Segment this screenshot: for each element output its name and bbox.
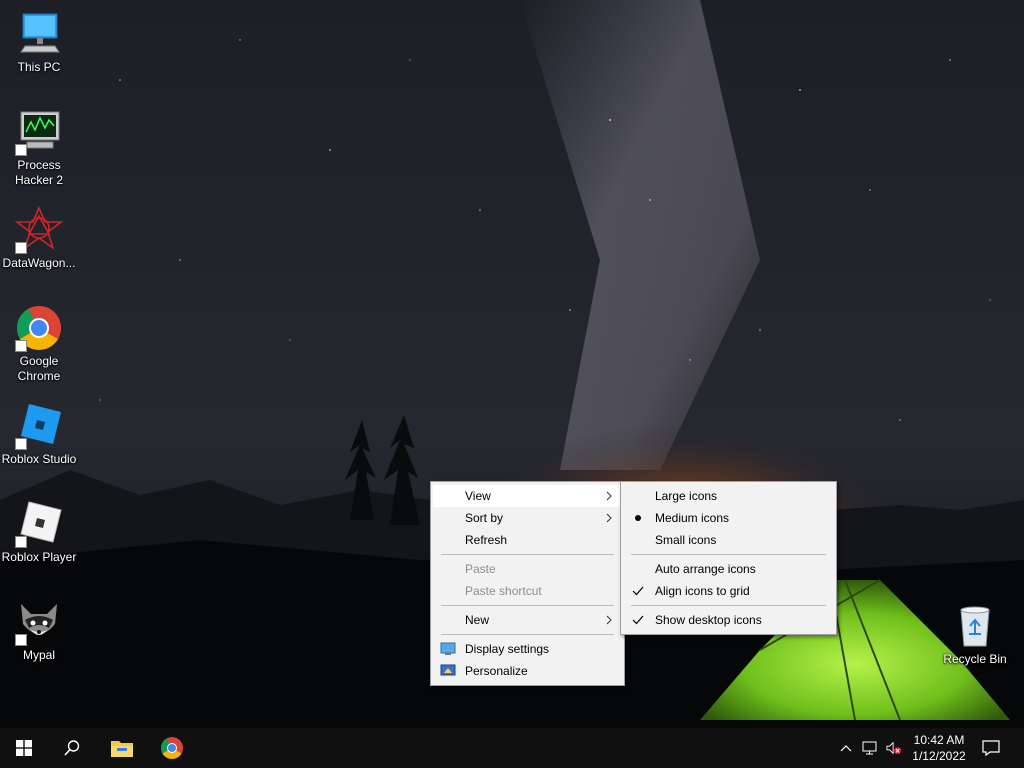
- taskbar-file-explorer[interactable]: [98, 728, 146, 768]
- volume-tray-button[interactable]: [886, 740, 902, 756]
- menu-item-label: Paste shortcut: [465, 584, 542, 598]
- desktop-icon-roblox-player[interactable]: Roblox Player: [1, 500, 77, 565]
- desktop-context-menu: View Sort by Refresh Paste Paste shortcu…: [430, 481, 625, 686]
- taskbar-clock[interactable]: 10:42 AM 1/12/2022: [906, 731, 972, 765]
- menu-separator: [631, 554, 826, 555]
- shortcut-arrow-icon: [15, 634, 27, 646]
- menu-item-paste[interactable]: Paste: [433, 558, 622, 580]
- network-tray-button[interactable]: [862, 740, 878, 756]
- start-button[interactable]: [0, 728, 48, 768]
- process-hacker-icon: [15, 108, 63, 156]
- submenu-item-large-icons[interactable]: Large icons: [623, 485, 834, 507]
- display-settings-icon: [439, 641, 457, 657]
- volume-muted-icon: [886, 741, 902, 755]
- menu-separator: [441, 634, 614, 635]
- search-icon: [64, 740, 80, 756]
- network-icon: [862, 741, 877, 755]
- chevron-right-icon: [606, 491, 612, 501]
- chrome-icon: [15, 304, 63, 352]
- menu-separator: [441, 554, 614, 555]
- desktop-icon-label: Google Chrome: [17, 354, 61, 383]
- search-button[interactable]: [48, 728, 96, 768]
- menu-item-label: Auto arrange icons: [655, 562, 756, 576]
- shortcut-arrow-icon: [15, 438, 27, 450]
- desktop-icon-label: Mypal: [22, 648, 55, 662]
- menu-item-label: Refresh: [465, 533, 508, 547]
- action-center-button[interactable]: [968, 728, 1014, 768]
- desktop-icon-process-hacker[interactable]: Process Hacker 2: [1, 108, 77, 188]
- desktop-icon-this-pc[interactable]: This PC: [1, 10, 77, 75]
- shortcut-arrow-icon: [15, 144, 27, 156]
- submenu-item-align-to-grid[interactable]: Align icons to grid: [623, 580, 834, 602]
- chevron-right-icon: [606, 615, 612, 625]
- menu-item-label: Personalize: [465, 664, 528, 678]
- recycle-bin-icon: [951, 602, 999, 650]
- menu-item-label: Medium icons: [655, 511, 730, 525]
- datawagon-icon: [14, 205, 64, 254]
- desktop-icon-label: This PC: [17, 60, 61, 74]
- desktop-icon-label: DataWagon...: [2, 256, 76, 270]
- shortcut-arrow-icon: [15, 536, 27, 548]
- desktop-icon-label: Roblox Studio: [1, 452, 77, 466]
- taskbar: 10:42 AM 1/12/2022: [0, 728, 1024, 768]
- personalize-icon: [439, 663, 457, 679]
- file-explorer-icon: [111, 741, 133, 757]
- submenu-item-auto-arrange[interactable]: Auto arrange icons: [623, 558, 834, 580]
- show-hidden-icons-button[interactable]: [838, 740, 854, 756]
- menu-item-label: Display settings: [465, 642, 550, 656]
- menu-item-label: Align icons to grid: [655, 584, 750, 598]
- menu-item-label: Large icons: [655, 489, 718, 503]
- menu-item-new[interactable]: New: [433, 609, 622, 631]
- roblox-studio-icon: [15, 402, 63, 450]
- chevron-up-icon: [840, 745, 852, 752]
- menu-item-label: Small icons: [655, 533, 717, 547]
- view-submenu: Large icons Medium icons Small icons Aut…: [620, 481, 837, 635]
- menu-separator: [441, 605, 614, 606]
- submenu-item-show-desktop-icons[interactable]: Show desktop icons: [623, 609, 834, 631]
- check-icon: [629, 612, 647, 628]
- chevron-right-icon: [606, 513, 612, 523]
- roblox-player-icon: [15, 500, 63, 548]
- shortcut-arrow-icon: [15, 242, 27, 254]
- menu-item-personalize[interactable]: Personalize: [433, 660, 622, 682]
- desktop-icon-google-chrome[interactable]: Google Chrome: [1, 304, 77, 384]
- desktop-icon-label: Recycle Bin: [943, 652, 1007, 666]
- chrome-icon: [161, 737, 183, 759]
- desktop-icon-mypal[interactable]: Mypal: [1, 598, 77, 663]
- menu-item-label: Sort by: [465, 511, 504, 525]
- menu-item-view[interactable]: View: [433, 485, 622, 507]
- desktop-icon-label: Process Hacker 2: [14, 158, 64, 187]
- menu-item-label: View: [465, 489, 491, 503]
- radio-bullet-icon: [629, 510, 647, 526]
- notification-icon: [982, 740, 1000, 757]
- menu-item-display-settings[interactable]: Display settings: [433, 638, 622, 660]
- menu-item-sort-by[interactable]: Sort by: [433, 507, 622, 529]
- start-icon: [16, 740, 32, 756]
- mypal-icon: [15, 598, 63, 646]
- shortcut-arrow-icon: [15, 340, 27, 352]
- submenu-item-medium-icons[interactable]: Medium icons: [623, 507, 834, 529]
- desktop-icon-roblox-studio[interactable]: Roblox Studio: [1, 402, 77, 467]
- computer-icon: [15, 10, 63, 58]
- desktop-icon-recycle-bin[interactable]: Recycle Bin: [937, 602, 1013, 667]
- desktop-icon-datawagon[interactable]: DataWagon...: [1, 205, 77, 271]
- submenu-item-small-icons[interactable]: Small icons: [623, 529, 834, 551]
- menu-item-label: New: [465, 613, 490, 627]
- menu-separator: [631, 605, 826, 606]
- menu-item-label: Paste: [465, 562, 496, 576]
- menu-item-label: Show desktop icons: [655, 613, 762, 627]
- check-icon: [629, 583, 647, 599]
- clock-time: 10:42 AM: [913, 733, 965, 747]
- taskbar-chrome[interactable]: [148, 728, 196, 768]
- desktop-icon-label: Roblox Player: [1, 550, 77, 564]
- menu-item-refresh[interactable]: Refresh: [433, 529, 622, 551]
- menu-item-paste-shortcut[interactable]: Paste shortcut: [433, 580, 622, 602]
- clock-date: 1/12/2022: [912, 749, 966, 763]
